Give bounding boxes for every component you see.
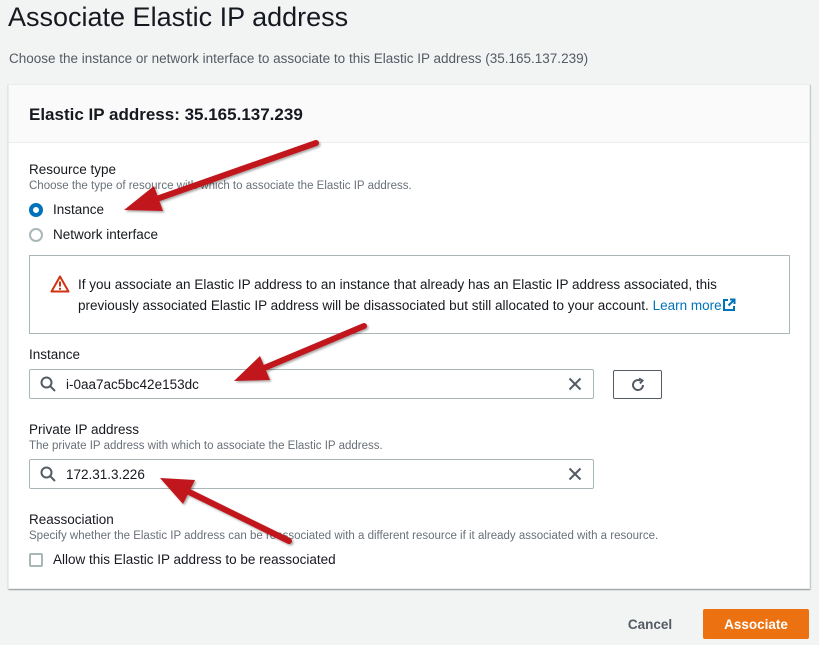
radio-instance-button[interactable] — [29, 202, 43, 217]
learn-more-link[interactable]: Learn more — [653, 298, 736, 313]
warning-alert: If you associate an Elastic IP address t… — [29, 255, 790, 334]
reassociation-description: Specify whether the Elastic IP address c… — [29, 530, 659, 542]
association-card: Elastic IP address: 35.165.137.239 Resou… — [8, 84, 810, 589]
private-ip-description: The private IP address with which to ass… — [29, 440, 383, 452]
page-title: Associate Elastic IP address — [8, 2, 349, 32]
alert-text: If you associate an Elastic IP address t… — [78, 277, 717, 313]
reassociation-checkbox-row[interactable]: Allow this Elastic IP address to be reas… — [29, 552, 336, 567]
refresh-icon — [631, 377, 644, 391]
private-ip-search-input[interactable]: 172.31.3.226 — [29, 459, 594, 489]
resource-type-label: Resource type — [29, 162, 117, 177]
card-title: Elastic IP address: 35.165.137.239 — [29, 105, 303, 124]
instance-label: Instance — [29, 347, 81, 362]
private-ip-label: Private IP address — [29, 422, 140, 437]
resource-type-description: Choose the type of resource with which t… — [29, 180, 412, 192]
private-ip-value: 172.31.3.226 — [66, 466, 145, 482]
search-icon — [40, 466, 56, 482]
external-link-icon — [722, 298, 736, 311]
page-description: Choose the instance or network interface… — [9, 51, 589, 66]
instance-search-input[interactable]: i-0aa7ac5bc42e153dc — [29, 369, 594, 399]
warning-icon — [50, 275, 70, 293]
alert-message: If you associate an Elastic IP address t… — [78, 274, 769, 333]
card-header: Elastic IP address: 35.165.137.239 — [9, 85, 809, 143]
radio-instance-label: Instance — [53, 202, 105, 217]
radio-network-interface-label: Network interface — [53, 227, 159, 242]
reassociation-label: Reassociation — [29, 512, 114, 527]
cancel-button[interactable]: Cancel — [615, 609, 685, 639]
radio-instance[interactable]: Instance — [29, 202, 104, 217]
associate-button[interactable]: Associate — [703, 609, 809, 639]
instance-value: i-0aa7ac5bc42e153dc — [66, 376, 199, 392]
search-icon — [40, 376, 56, 392]
radio-network-interface-button[interactable] — [29, 227, 43, 242]
clear-icon[interactable] — [568, 377, 582, 391]
refresh-button[interactable] — [613, 370, 662, 399]
learn-more-text: Learn more — [652, 298, 722, 313]
radio-network-interface[interactable]: Network interface — [29, 227, 158, 242]
reassociation-checkbox-label: Allow this Elastic IP address to be reas… — [53, 552, 336, 567]
clear-icon[interactable] — [568, 467, 582, 481]
reassociation-checkbox[interactable] — [29, 552, 43, 567]
